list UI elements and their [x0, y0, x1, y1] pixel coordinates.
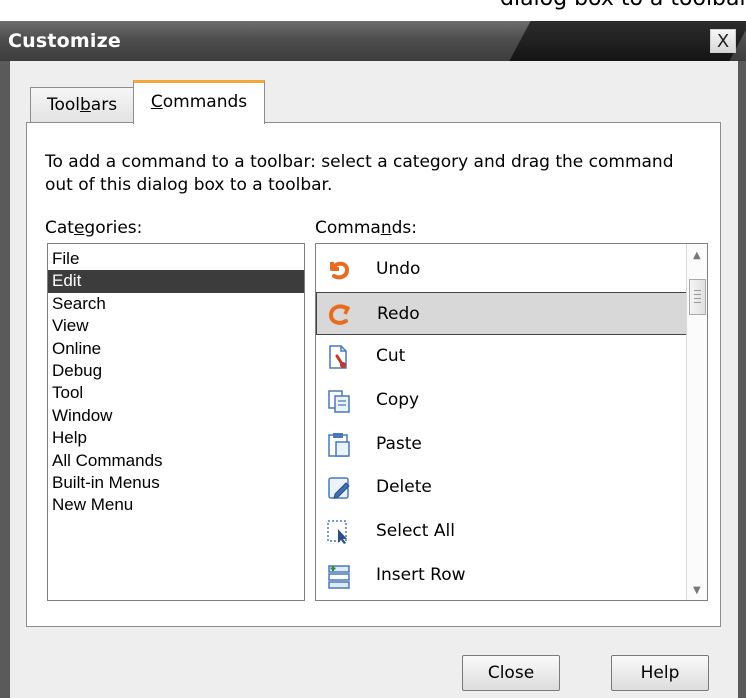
- select-all-icon: [327, 520, 347, 545]
- command-item-delete[interactable]: Delete: [316, 466, 707, 510]
- delete-icon: [328, 477, 350, 500]
- dialog-body: Toolbars Commands To add a command to a …: [10, 61, 738, 698]
- close-button[interactable]: Close: [462, 655, 560, 691]
- command-item-redo[interactable]: Redo: [316, 291, 688, 336]
- redo-icon: [328, 304, 350, 325]
- command-label: Insert Row: [376, 564, 466, 585]
- help-button[interactable]: Help: [611, 655, 709, 691]
- category-item[interactable]: Window: [48, 405, 304, 427]
- categories-list[interactable]: File Edit Search View Online Debug Tool …: [47, 243, 305, 601]
- command-item-paste[interactable]: Paste: [316, 423, 707, 467]
- command-item-insert-row[interactable]: Insert Row: [316, 554, 707, 598]
- scroll-down-icon[interactable]: ▼: [693, 585, 701, 596]
- close-icon[interactable]: X: [710, 29, 736, 53]
- command-label: Cut: [376, 346, 406, 367]
- commands-panel: To add a command to a toolbar: select a …: [26, 122, 721, 627]
- category-item[interactable]: File: [48, 248, 304, 270]
- category-item[interactable]: Tool: [48, 382, 304, 404]
- category-item[interactable]: New Menu: [48, 494, 304, 516]
- command-item-copy[interactable]: Copy: [316, 379, 707, 423]
- paste-icon: [328, 432, 350, 457]
- dialog-title: Customize: [8, 30, 121, 52]
- undo-icon: [330, 261, 350, 280]
- copy-icon: [328, 390, 350, 413]
- commands-label: Commands:: [315, 218, 417, 238]
- command-item-undo[interactable]: Undo: [316, 248, 707, 292]
- category-item[interactable]: Debug: [48, 360, 304, 382]
- tab-commands[interactable]: Commands: [133, 80, 265, 124]
- category-item[interactable]: Online: [48, 338, 304, 360]
- command-item-cut[interactable]: Cut: [316, 335, 707, 379]
- cut-icon: [329, 345, 347, 370]
- tab-toolbars-label: Toolbars: [46, 95, 118, 115]
- command-label: Paste: [376, 433, 422, 454]
- category-item[interactable]: Search: [48, 293, 304, 315]
- insert-row-icon: [328, 565, 350, 589]
- title-bar[interactable]: Customize X: [0, 21, 746, 61]
- commands-scrollbar[interactable]: ▲ ▼: [686, 244, 707, 600]
- instructions-text: To add a command to a toolbar: select a …: [45, 152, 674, 195]
- category-item[interactable]: Built-in Menus: [48, 472, 304, 494]
- tab-commands-label: Commands: [150, 92, 248, 112]
- command-label: Undo: [376, 259, 421, 279]
- category-item[interactable]: View: [48, 315, 304, 337]
- category-item[interactable]: Help: [48, 427, 304, 449]
- scroll-up-icon[interactable]: ▲: [693, 250, 701, 261]
- scroll-thumb[interactable]: [689, 279, 706, 315]
- category-item-selected[interactable]: Edit: [48, 270, 304, 293]
- customize-dialog: Customize X Toolbars Commands To add a c…: [0, 21, 746, 698]
- command-label: Delete: [376, 477, 432, 498]
- command-item-select-all[interactable]: Select All: [316, 510, 707, 554]
- command-label: Redo: [377, 303, 420, 324]
- background-text: dialog box to a toolbar.: [500, 0, 746, 11]
- command-label: Copy: [376, 390, 420, 411]
- categories-label: Categories:: [45, 218, 143, 238]
- tab-toolbars[interactable]: Toolbars: [30, 87, 134, 123]
- category-item[interactable]: All Commands: [48, 450, 304, 472]
- command-label: Select All: [376, 521, 455, 542]
- commands-list[interactable]: Undo Redo Cut Copy Paste Delete Select A…: [315, 243, 708, 601]
